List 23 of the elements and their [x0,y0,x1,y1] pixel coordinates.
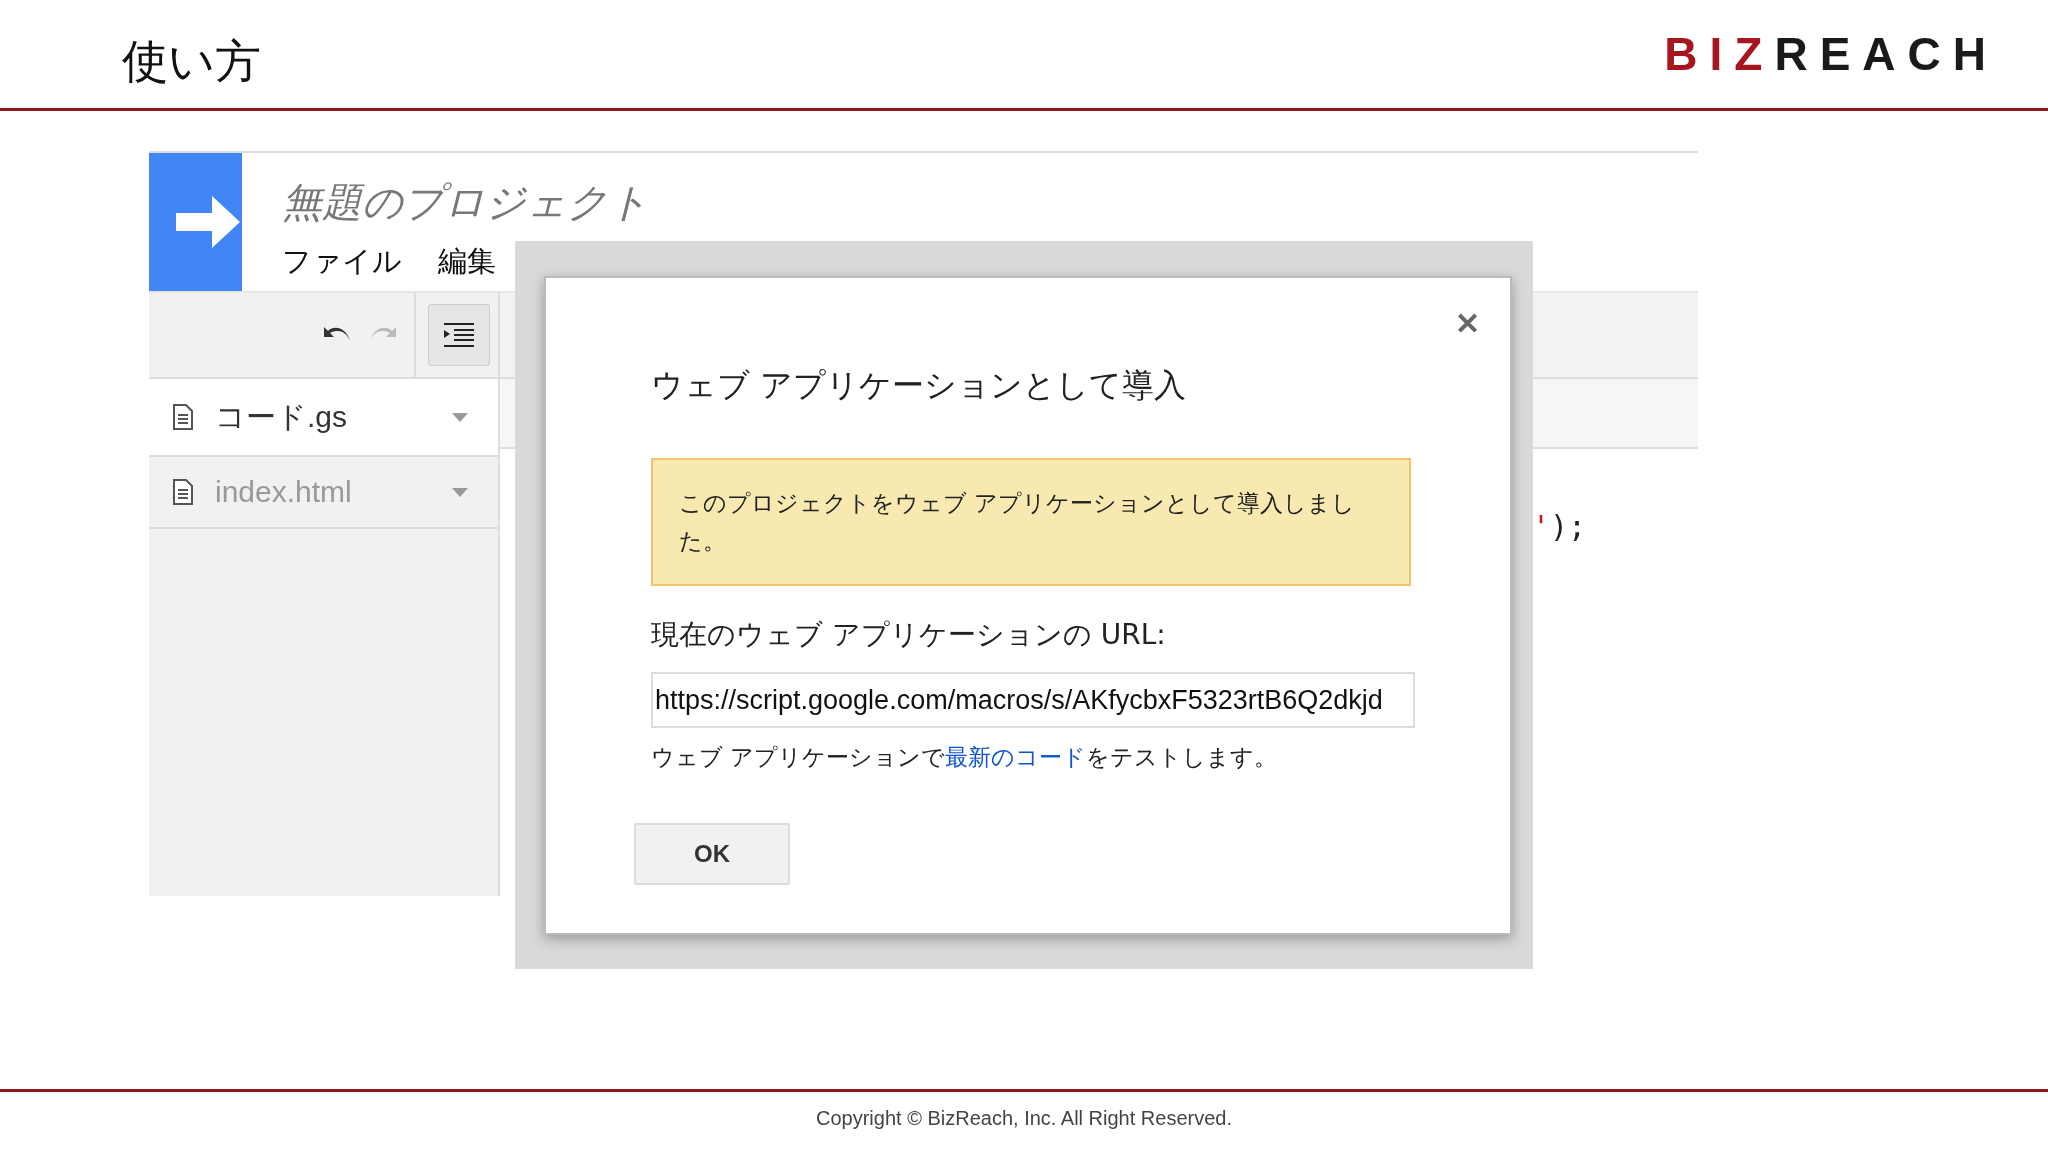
copyright-text: Copyright © BizReach, Inc. All Right Reserved. [816,1106,1232,1130]
url-label: 現在のウェブ アプリケーションの URL: [651,617,1167,653]
dialog-title: ウェブ アプリケーションとして導入 [651,365,1188,406]
close-button[interactable]: ✕ [1455,306,1480,341]
test-hint: ウェブ アプリケーションで最新のコード をテストします。 [651,743,1279,772]
latest-code-link[interactable]: 最新のコード [945,744,1087,770]
ok-button[interactable]: OK [634,823,790,885]
caret-icon[interactable] [452,412,468,422]
company-logo: BIZ REACH [1664,27,1998,81]
document-icon [173,479,193,505]
url-field[interactable]: https://script.google.com/macros/s/AKfycbxF5323rtB6Q2dkjd [651,672,1415,728]
menu-item[interactable]: ファイル [282,242,402,282]
caret-icon[interactable] [452,487,468,497]
slide-title: 使い方 [122,33,261,90]
file-item[interactable]: コード.gs [149,379,498,457]
indent-button[interactable] [428,304,490,366]
success-notice: このプロジェクトをウェブ アプリケーションとして導入しました。 [651,458,1411,586]
project-title[interactable]: 無題のプロジェクト [282,175,649,230]
menu-item[interactable]: 編集 [438,242,496,282]
indent-icon [442,322,476,348]
code-line: '); [1532,509,1587,544]
document-icon [173,404,193,430]
arrow-logo-icon [149,153,242,291]
